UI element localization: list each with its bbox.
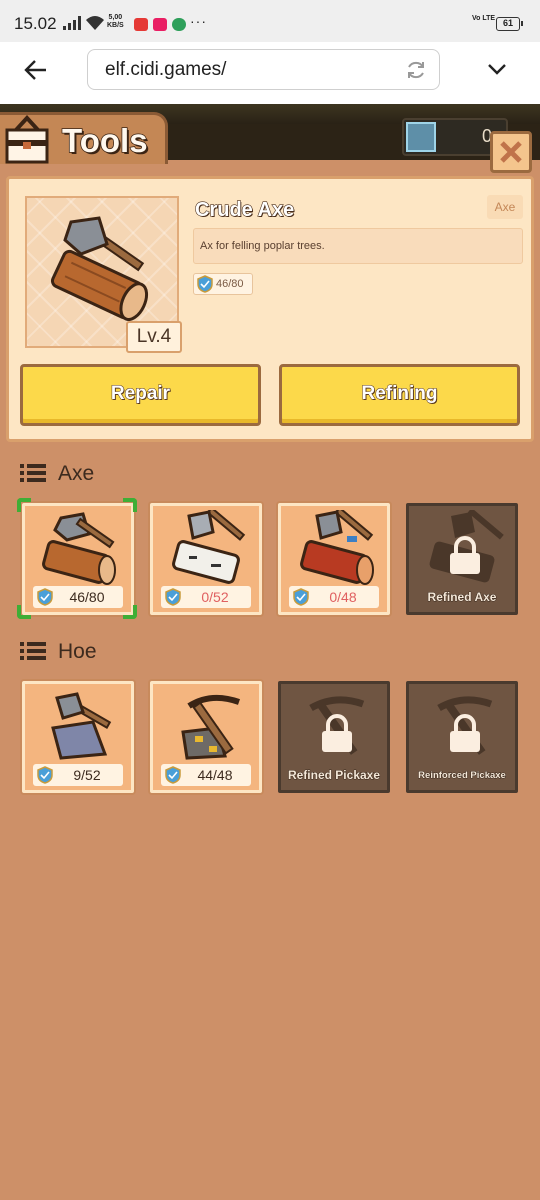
- repair-button[interactable]: Repair: [20, 364, 261, 426]
- browser-toolbar: elf.cidi.games/: [0, 42, 540, 104]
- toolbox-icon: [5, 115, 49, 164]
- wifi-icon: [86, 16, 104, 30]
- page-title: Tools: [61, 121, 148, 160]
- selection-marker: [123, 498, 137, 512]
- shield-icon: [37, 766, 53, 784]
- durability-text: 44/48: [197, 767, 233, 783]
- durability-pill: 46/80: [193, 273, 253, 295]
- selection-marker: [17, 605, 31, 619]
- reload-icon[interactable]: [405, 59, 427, 81]
- refining-button[interactable]: Refining: [279, 364, 520, 426]
- selection-marker: [123, 605, 137, 619]
- shield-icon: [165, 588, 181, 606]
- lock-icon: [450, 536, 480, 574]
- battery-icon: 61: [496, 17, 523, 31]
- url-bar[interactable]: elf.cidi.games/: [87, 49, 440, 90]
- tool-tile-reinforced-pickaxe-locked[interactable]: Reinforced Pickaxe: [406, 681, 518, 793]
- pickaxe-icon: [181, 694, 241, 760]
- durability-pill: 9/52: [33, 764, 123, 786]
- shield-icon: [197, 275, 213, 293]
- item-type-tag: Axe: [487, 195, 523, 219]
- tool-tile-pickaxe[interactable]: 44/48: [150, 681, 262, 793]
- durability-text: 46/80: [216, 278, 244, 290]
- signal-icon: [63, 16, 81, 30]
- tool-tile-birch-axe[interactable]: 0/52: [150, 503, 262, 615]
- crude-axe-icon: [42, 512, 116, 585]
- chevron-down-icon[interactable]: [484, 56, 510, 82]
- locked-tool-name: Refined Axe: [427, 590, 497, 605]
- tool-tile-refined-axe-locked[interactable]: Refined Axe: [406, 503, 518, 615]
- durability-text: 9/52: [73, 767, 101, 783]
- stone-hammer-icon: [51, 692, 112, 760]
- shield-app-icon: [172, 18, 186, 31]
- crude-axe-icon: [50, 216, 149, 322]
- durability-pill: 44/48: [161, 764, 251, 786]
- durability-text: 46/80: [69, 589, 105, 605]
- network-speed: 5,00 KB/S: [107, 14, 124, 29]
- locked-tool-name: Refined Pickaxe: [287, 768, 381, 783]
- music-icon: [153, 18, 167, 31]
- durability-text: 0/48: [329, 589, 357, 605]
- tool-tile-refined-pickaxe-locked[interactable]: Refined Pickaxe: [278, 681, 390, 793]
- tool-tile-crude-axe[interactable]: 46/80: [22, 503, 134, 615]
- level-badge: Lv.4: [126, 321, 182, 353]
- leaf-gem-icon: [406, 122, 436, 152]
- list-icon: [20, 464, 46, 482]
- durability-pill: 46/80: [33, 586, 123, 608]
- back-arrow-icon[interactable]: [22, 56, 50, 84]
- shield-icon: [165, 766, 181, 784]
- section-title-axe: Axe: [58, 462, 95, 485]
- tool-tile-red-axe[interactable]: 0/48: [278, 503, 390, 615]
- tool-detail-card: Lv.4 Crude Axe Axe Ax for felling poplar…: [6, 176, 534, 442]
- red-axe-icon: [300, 510, 374, 585]
- url-text[interactable]: elf.cidi.games/: [105, 59, 226, 81]
- close-button[interactable]: [490, 131, 532, 173]
- birch-axe-icon: [172, 510, 246, 584]
- shield-icon: [293, 588, 309, 606]
- selection-marker: [17, 498, 31, 512]
- durability-text: 0/52: [201, 589, 229, 605]
- durability-pill: 0/48: [289, 586, 379, 608]
- durability-pill: 0/52: [161, 586, 251, 608]
- list-icon: [20, 642, 46, 660]
- lock-icon: [450, 714, 480, 752]
- section-title-hoe: Hoe: [58, 640, 97, 663]
- item-description: Ax for felling poplar trees.: [193, 228, 523, 264]
- locked-tool-name: Reinforced Pickaxe: [418, 770, 506, 782]
- volte-indicator: Vo LTE: [472, 15, 496, 22]
- tool-tile-stone-hammer[interactable]: 9/52: [22, 681, 134, 793]
- more-notifications-icon: ···: [190, 13, 207, 29]
- youtube-icon: [134, 18, 148, 31]
- status-time: 15.02: [14, 14, 57, 33]
- item-name: Crude Axe: [194, 198, 295, 221]
- shield-icon: [37, 588, 53, 606]
- close-icon: [500, 141, 522, 163]
- status-bar: 15.02 5,00 KB/S ··· Vo LTE 61: [0, 0, 540, 42]
- lock-icon: [322, 714, 352, 752]
